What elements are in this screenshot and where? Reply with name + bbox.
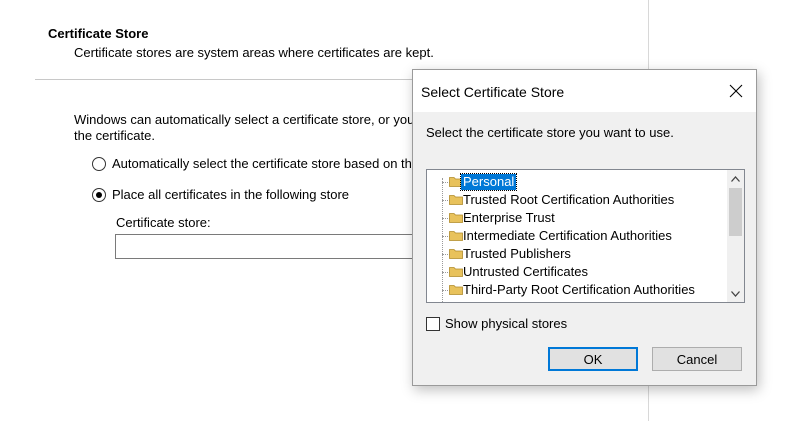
- tree-item-label[interactable]: Trusted Root Certification Authorities: [461, 192, 676, 208]
- radio-place-label[interactable]: Place all certificates in the following …: [112, 187, 349, 202]
- dialog-title: Select Certificate Store: [421, 84, 565, 100]
- ok-button[interactable]: OK: [548, 347, 638, 371]
- chevron-up-icon[interactable]: [731, 175, 740, 182]
- tree-scrollbar[interactable]: [727, 170, 744, 302]
- page-description: Certificate stores are system areas wher…: [74, 45, 434, 60]
- show-physical-checkbox[interactable]: [426, 316, 440, 331]
- tree-item[interactable]: Third-Party Root Certification Authoriti…: [427, 281, 727, 299]
- radio-place-in-store[interactable]: Place all certificates in the following …: [92, 187, 349, 202]
- tree-item-label[interactable]: Trusted Publishers: [461, 246, 573, 262]
- intro-text: Windows can automatically select a certi…: [74, 112, 414, 144]
- tree-item[interactable]: Trusted Root Certification Authorities: [427, 191, 727, 209]
- show-physical-stores[interactable]: Show physical stores: [426, 316, 567, 331]
- show-physical-label[interactable]: Show physical stores: [445, 316, 567, 331]
- cancel-button[interactable]: Cancel: [652, 347, 742, 371]
- radio-auto-circle[interactable]: [92, 156, 106, 171]
- tree-item[interactable]: Intermediate Certification Authorities: [427, 227, 727, 245]
- close-button[interactable]: [720, 76, 752, 106]
- certificate-store-label: Certificate store:: [116, 215, 211, 230]
- scroll-thumb[interactable]: [729, 188, 742, 236]
- tree-item-label[interactable]: Untrusted Certificates: [461, 264, 590, 280]
- intro-line-2: the certificate.: [74, 128, 155, 143]
- tree-item-label[interactable]: Intermediate Certification Authorities: [461, 228, 674, 244]
- chevron-down-icon[interactable]: [731, 290, 740, 297]
- select-certificate-store-dialog: Select Certificate Store Select the cert…: [412, 69, 757, 386]
- tree-item[interactable]: Untrusted Certificates: [427, 263, 727, 281]
- tree-item-label[interactable]: Personal: [459, 173, 518, 191]
- radio-auto-select[interactable]: Automatically select the certificate sto…: [92, 156, 419, 171]
- tree-item-label[interactable]: Third-Party Root Certification Authoriti…: [461, 282, 697, 298]
- tree-item[interactable]: Trusted Publishers: [427, 245, 727, 263]
- certificate-store-field[interactable]: [115, 234, 415, 259]
- intro-line-1: Windows can automatically select a certi…: [74, 112, 414, 127]
- tree-item-label[interactable]: Enterprise Trust: [461, 210, 557, 226]
- close-icon[interactable]: [729, 84, 743, 98]
- dialog-prompt: Select the certificate store you want to…: [426, 125, 674, 140]
- scroll-down-button[interactable]: [727, 285, 744, 302]
- radio-place-circle[interactable]: [92, 187, 106, 202]
- page-title: Certificate Store: [48, 26, 149, 41]
- tree-item[interactable]: Enterprise Trust: [427, 209, 727, 227]
- store-tree[interactable]: Personal Trusted Root Certification Autho…: [426, 169, 745, 303]
- dialog-titlebar[interactable]: Select Certificate Store: [413, 70, 756, 112]
- tree-item[interactable]: Personal: [427, 173, 727, 191]
- scroll-up-button[interactable]: [727, 170, 744, 187]
- radio-auto-label[interactable]: Automatically select the certificate sto…: [112, 156, 419, 171]
